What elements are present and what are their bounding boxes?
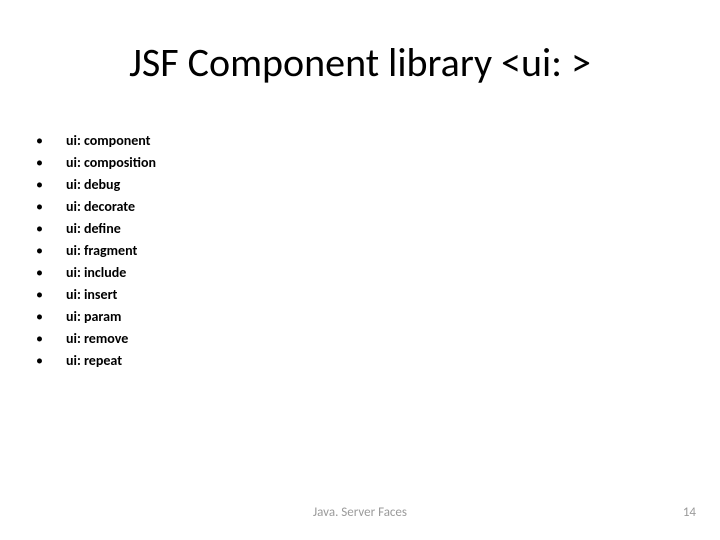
list-item-label: ui: remove bbox=[66, 328, 128, 350]
list-item-label: ui: repeat bbox=[66, 350, 122, 372]
list-item-label: ui: define bbox=[66, 218, 121, 240]
list-item-label: ui: composition bbox=[66, 152, 156, 174]
list-item-label: ui: param bbox=[66, 306, 121, 328]
bullet-icon: • bbox=[36, 240, 66, 262]
bullet-icon: • bbox=[36, 306, 66, 328]
list-item: • ui: include bbox=[36, 262, 156, 284]
list-item-label: ui: include bbox=[66, 262, 126, 284]
list-item-label: ui: decorate bbox=[66, 196, 135, 218]
bullet-icon: • bbox=[36, 284, 66, 306]
list-item: • ui: define bbox=[36, 218, 156, 240]
list-item-label: ui: insert bbox=[66, 284, 117, 306]
bullet-icon: • bbox=[36, 196, 66, 218]
bullet-icon: • bbox=[36, 152, 66, 174]
list-item: • ui: component bbox=[36, 130, 156, 152]
bullet-icon: • bbox=[36, 262, 66, 284]
list-item-label: ui: component bbox=[66, 130, 151, 152]
list-item: • ui: fragment bbox=[36, 240, 156, 262]
list-item: • ui: remove bbox=[36, 328, 156, 350]
bullet-icon: • bbox=[36, 218, 66, 240]
list-item: • ui: param bbox=[36, 306, 156, 328]
list-item: • ui: composition bbox=[36, 152, 156, 174]
slide-body: • ui: component • ui: composition • ui: … bbox=[36, 130, 156, 372]
slide: JSF Component library <ui: > • ui: compo… bbox=[0, 0, 720, 540]
bullet-icon: • bbox=[36, 350, 66, 372]
list-item: • ui: decorate bbox=[36, 196, 156, 218]
list-item: • ui: insert bbox=[36, 284, 156, 306]
slide-title: JSF Component library <ui: > bbox=[0, 38, 720, 87]
list-item: • ui: repeat bbox=[36, 350, 156, 372]
bullet-icon: • bbox=[36, 328, 66, 350]
footer-center: Java. Server Faces bbox=[0, 505, 720, 520]
bullet-icon: • bbox=[36, 130, 66, 152]
bullet-icon: • bbox=[36, 174, 66, 196]
slide-number: 14 bbox=[683, 505, 696, 520]
list-item: • ui: debug bbox=[36, 174, 156, 196]
list-item-label: ui: fragment bbox=[66, 240, 137, 262]
list-item-label: ui: debug bbox=[66, 174, 120, 196]
